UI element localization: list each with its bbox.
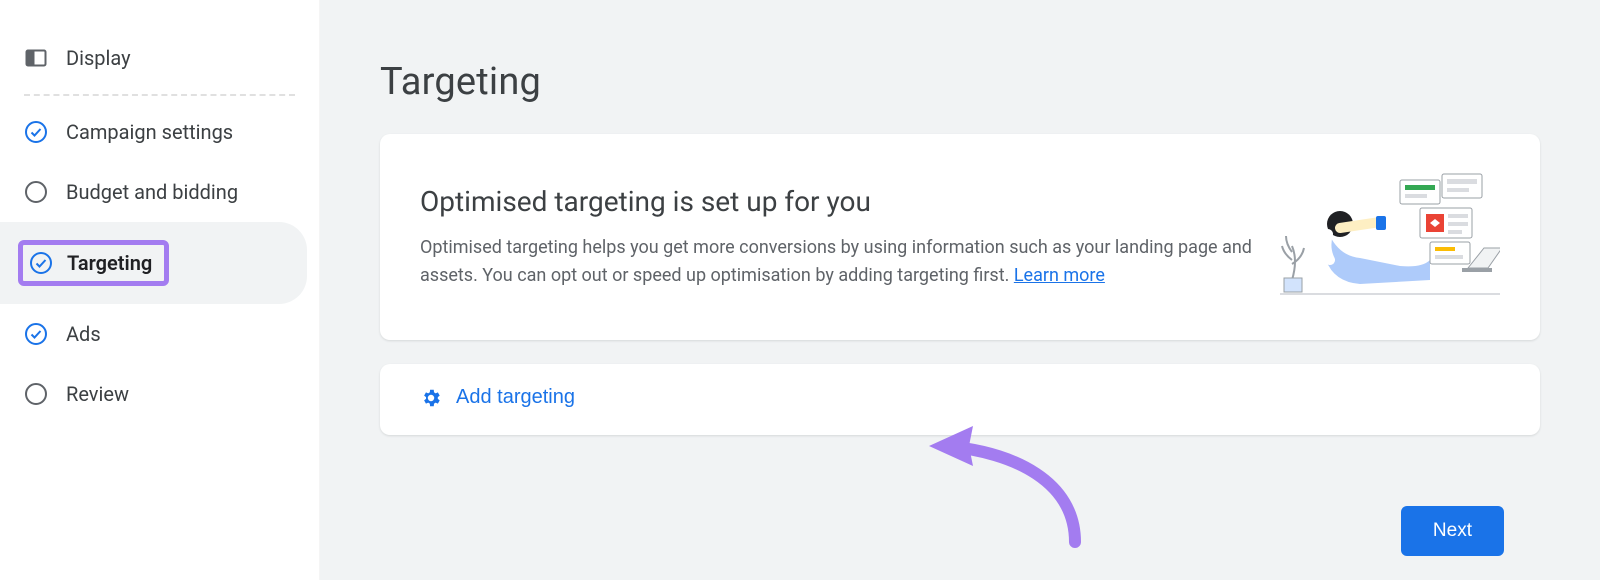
check-circle-icon [24,322,48,346]
sidebar: Display Campaign settings Budget and bid… [0,0,320,580]
sidebar-divider [24,94,295,96]
illustration [1280,172,1500,302]
card-heading: Optimised targeting is set up for you [420,185,1252,218]
sidebar-item-campaign-settings[interactable]: Campaign settings [0,102,307,162]
sidebar-item-label: Review [66,382,129,406]
check-circle-icon [29,251,53,275]
sidebar-item-targeting[interactable]: Targeting [0,222,307,304]
next-button-label: Next [1433,520,1472,541]
sidebar-item-label: Ads [66,322,101,346]
gear-icon [420,387,442,409]
circle-icon [24,382,48,406]
sidebar-item-review[interactable]: Review [0,364,307,424]
page-title: Targeting [380,60,1540,104]
optimised-targeting-card: Optimised targeting is set up for you Op… [380,134,1540,340]
sidebar-item-label: Display [66,46,131,70]
main-content: Targeting Optimised targeting is set up … [320,0,1600,580]
add-targeting-card: Add targeting [380,364,1540,435]
card-body-text: Optimised targeting helps you get more c… [420,237,1252,286]
sidebar-item-budget-bidding[interactable]: Budget and bidding [0,162,307,222]
circle-icon [24,180,48,204]
sidebar-item-label: Targeting [67,251,152,275]
annotation-arrow [925,422,1125,562]
next-button[interactable]: Next [1401,506,1504,556]
sidebar-item-label: Budget and bidding [66,180,238,204]
learn-more-link[interactable]: Learn more [1014,265,1105,286]
sidebar-item-label: Campaign settings [66,120,233,144]
sidebar-highlight: Targeting [18,240,169,286]
card-description: Optimised targeting helps you get more c… [420,234,1252,290]
sidebar-item-ads[interactable]: Ads [0,304,307,364]
sidebar-item-display[interactable]: Display [0,28,307,88]
add-targeting-label: Add targeting [456,386,575,409]
add-targeting-button[interactable]: Add targeting [420,386,575,409]
display-icon [24,46,48,70]
check-circle-icon [24,120,48,144]
